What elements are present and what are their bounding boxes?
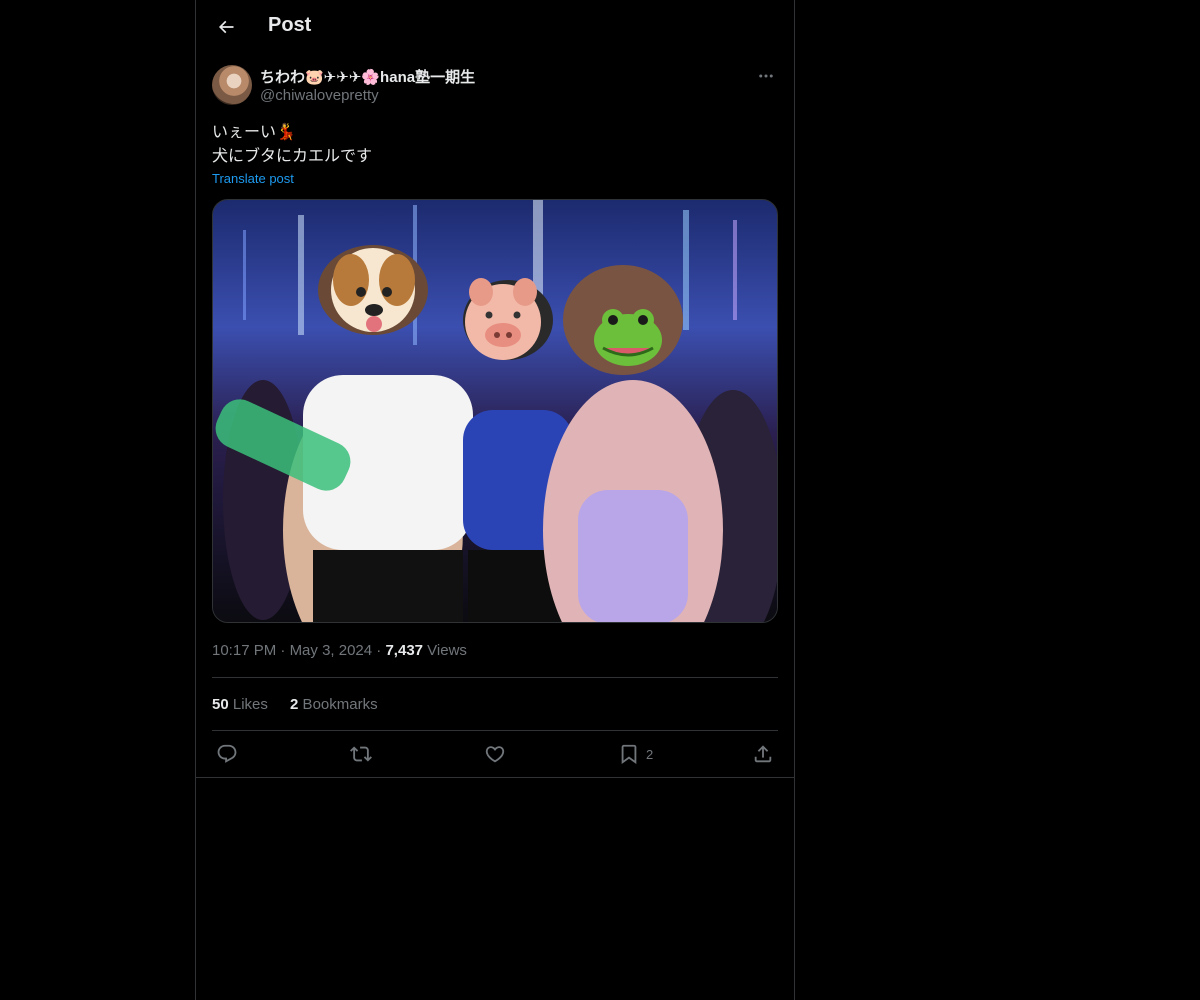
post-meta: 10:17 PM · May 3, 2024 · 7,437 Views: [212, 642, 467, 659]
translate-post-link[interactable]: Translate post: [212, 171, 294, 186]
views-count: 7,437: [385, 642, 424, 659]
post-text-line: いぇーい💃: [212, 124, 296, 141]
engagement-stats: 50 Likes 2 Bookmarks: [212, 696, 396, 713]
reply-button[interactable]: [216, 742, 238, 766]
heart-icon: [485, 746, 505, 763]
bookmarks-stat[interactable]: 2 Bookmarks: [290, 696, 378, 713]
meta-separator: ·: [372, 642, 386, 659]
post-detail-column: Post ちわわ🐷✈✈✈🌸hana塾一期生 @chiwalovepretty い…: [195, 0, 795, 1000]
likes-label: Likes: [228, 696, 268, 713]
more-options-button[interactable]: [754, 66, 778, 86]
back-button[interactable]: [208, 9, 244, 45]
post-date[interactable]: May 3, 2024: [290, 642, 373, 659]
share-button[interactable]: [752, 742, 774, 766]
likes-stat[interactable]: 50 Likes: [212, 696, 268, 713]
repost-button[interactable]: [350, 742, 372, 766]
bookmark-count: 2: [646, 746, 654, 762]
avatar[interactable]: [212, 65, 252, 105]
author-row: ちわわ🐷✈✈✈🌸hana塾一期生 @chiwalovepretty: [212, 64, 778, 108]
user-handle[interactable]: @chiwalovepretty: [260, 87, 379, 104]
display-name[interactable]: ちわわ🐷✈✈✈🌸hana塾一期生: [260, 66, 475, 87]
bookmark-button[interactable]: 2: [618, 742, 653, 766]
divider: [212, 677, 778, 678]
more-icon: [759, 74, 773, 78]
divider: [212, 730, 778, 731]
arrow-left-icon: [218, 20, 234, 34]
action-bar: 2: [212, 742, 778, 766]
bookmark-icon: [621, 744, 637, 765]
top-bar: Post: [196, 0, 794, 54]
divider: [196, 777, 794, 778]
share-icon: [754, 745, 772, 763]
party-photo-image: [213, 200, 777, 622]
post-text-line: 犬にブタにカエルです: [212, 148, 373, 165]
views-label: Views: [423, 642, 467, 659]
bookmarks-label: Bookmarks: [298, 696, 378, 713]
post: ちわわ🐷✈✈✈🌸hana塾一期生 @chiwalovepretty いぇーい💃 …: [212, 64, 778, 765]
page-title: Post: [268, 14, 312, 36]
like-button[interactable]: [484, 742, 506, 766]
repost-icon: [350, 746, 372, 762]
meta-separator: ·: [276, 642, 290, 659]
post-photo[interactable]: [212, 199, 778, 623]
likes-count: 50: [212, 696, 229, 713]
post-time[interactable]: 10:17 PM: [212, 642, 276, 659]
post-text: いぇーい💃 犬にブタにカエルです: [212, 121, 778, 169]
reply-icon: [217, 744, 237, 763]
